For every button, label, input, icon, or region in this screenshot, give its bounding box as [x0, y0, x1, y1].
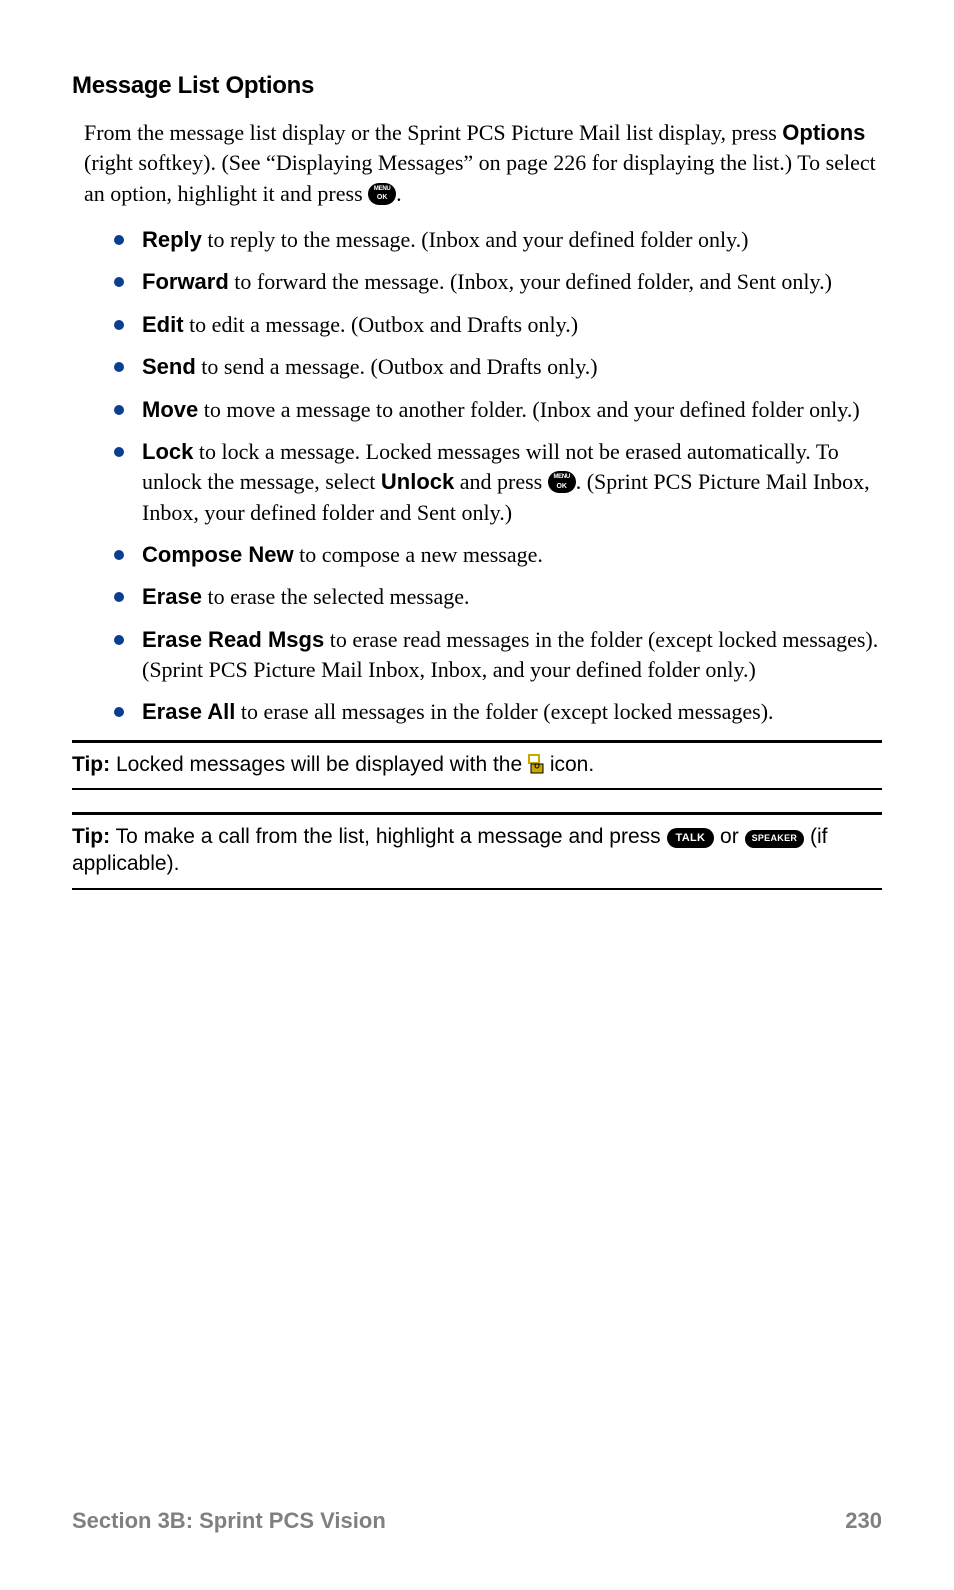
intro-text-2: (right softkey). (See “Displaying Messag… [84, 150, 876, 205]
page-footer: Section 3B: Sprint PCS Vision 230 [72, 1508, 882, 1534]
list-item: Edit to edit a message. (Outbox and Draf… [114, 310, 882, 340]
option-term-reply: Reply [142, 227, 202, 252]
option-term-lock: Lock [142, 439, 193, 464]
speaker-key-icon: SPEAKER [745, 830, 805, 848]
tip-body: or [714, 825, 744, 848]
tip-body: Locked messages will be displayed with t… [110, 753, 528, 776]
option-desc: to edit a message. (Outbox and Drafts on… [184, 312, 578, 337]
tip-box-1: Tip: Locked messages will be displayed w… [72, 740, 882, 790]
option-term-erase-read: Erase Read Msgs [142, 627, 324, 652]
option-desc: to reply to the message. (Inbox and your… [202, 227, 749, 252]
list-item: Send to send a message. (Outbox and Draf… [114, 352, 882, 382]
tip-gap [72, 790, 882, 804]
option-term-erase-all: Erase All [142, 699, 235, 724]
list-item: Forward to forward the message. (Inbox, … [114, 267, 882, 297]
page-heading: Message List Options [72, 72, 882, 100]
tip-box-2: Tip: To make a call from the list, highl… [72, 812, 882, 890]
option-term-forward: Forward [142, 269, 229, 294]
list-item: Reply to reply to the message. (Inbox an… [114, 225, 882, 255]
footer-page-number: 230 [845, 1508, 882, 1534]
list-item: Erase Read Msgs to erase read messages i… [114, 625, 882, 686]
menu-ok-icon [368, 183, 396, 205]
manual-page: Message List Options From the message li… [0, 0, 954, 1590]
option-term-edit: Edit [142, 312, 184, 337]
tip-text: Tip: Locked messages will be displayed w… [72, 751, 882, 778]
talk-key-icon: TALK [667, 828, 715, 848]
list-item: Erase All to erase all messages in the f… [114, 697, 882, 727]
unlock-bold: Unlock [381, 469, 454, 494]
option-term-send: Send [142, 354, 196, 379]
intro-text-1: From the message list display or the Spr… [84, 120, 782, 145]
option-desc: to move a message to another folder. (In… [198, 397, 859, 422]
lock-icon [528, 754, 544, 774]
list-item: Move to move a message to another folder… [114, 395, 882, 425]
option-desc: to forward the message. (Inbox, your def… [229, 269, 832, 294]
menu-ok-icon [548, 471, 576, 493]
tip-body: To make a call from the list, highlight … [110, 825, 666, 848]
list-item: Compose New to compose a new message. [114, 540, 882, 570]
list-item: Erase to erase the selected message. [114, 582, 882, 612]
option-term-compose-new: Compose New [142, 542, 294, 567]
tip-label: Tip: [72, 825, 110, 848]
option-desc: and press [454, 469, 547, 494]
options-list: Reply to reply to the message. (Inbox an… [114, 225, 882, 728]
option-desc: to erase all messages in the folder (exc… [235, 699, 773, 724]
tip-text: Tip: To make a call from the list, highl… [72, 823, 882, 878]
intro-period: . [396, 181, 402, 206]
options-softkey-label: Options [782, 120, 865, 145]
option-desc: to erase the selected message. [202, 584, 470, 609]
tip-label: Tip: [72, 753, 110, 776]
option-desc: to compose a new message. [294, 542, 543, 567]
option-desc: to send a message. (Outbox and Drafts on… [196, 354, 598, 379]
option-term-move: Move [142, 397, 198, 422]
tip-body: icon. [544, 753, 594, 776]
intro-paragraph: From the message list display or the Spr… [84, 118, 882, 209]
option-term-erase: Erase [142, 584, 202, 609]
list-item: Lock to lock a message. Locked messages … [114, 437, 882, 528]
footer-section-label: Section 3B: Sprint PCS Vision [72, 1508, 386, 1534]
